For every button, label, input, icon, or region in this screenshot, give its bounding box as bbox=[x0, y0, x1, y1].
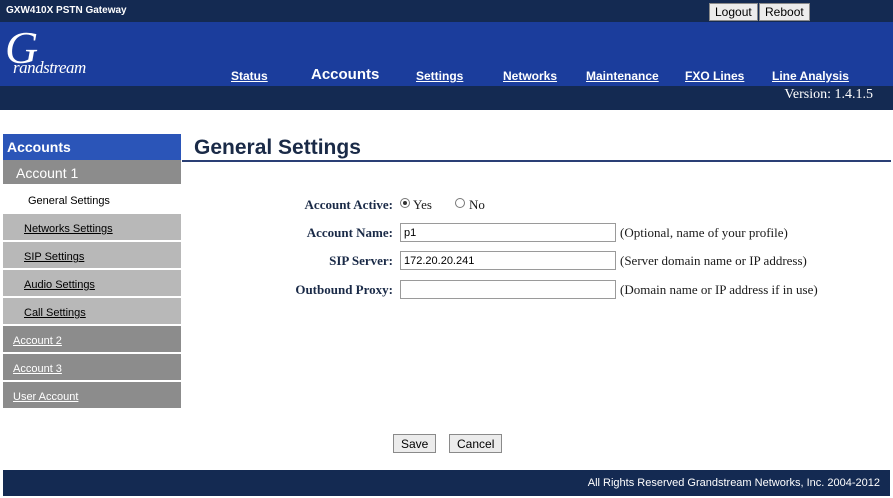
product-name: GXW410X PSTN Gateway bbox=[6, 5, 127, 16]
sidebar-item-account-1[interactable]: Account 1 bbox=[3, 160, 181, 186]
account-name-input[interactable] bbox=[400, 223, 616, 242]
outbound-proxy-hint: (Domain name or IP address if in use) bbox=[620, 282, 818, 297]
save-button[interactable]: Save bbox=[393, 434, 437, 453]
sidebar-item-account-2[interactable]: Account 2 bbox=[3, 326, 181, 354]
title-bar: GXW410X PSTN Gateway Logout Reboot bbox=[0, 0, 893, 22]
page-title: General Settings bbox=[194, 136, 361, 159]
sidebar-item-general-settings[interactable]: General Settings bbox=[3, 186, 181, 214]
nav-status[interactable]: Status bbox=[231, 69, 268, 83]
sip-server-input[interactable] bbox=[400, 251, 616, 270]
sidebar: Accounts Account 1 General Settings Netw… bbox=[3, 134, 181, 410]
header: G randstream Status Accounts Settings Ne… bbox=[0, 22, 893, 86]
sip-server-label: SIP Server: bbox=[329, 253, 393, 268]
sidebar-item-call-settings[interactable]: Call Settings bbox=[3, 298, 181, 326]
sidebar-item-audio-settings[interactable]: Audio Settings bbox=[3, 270, 181, 298]
firmware-version: Version: 1.4.1.5 bbox=[784, 87, 873, 102]
account-name-hint: (Optional, name of your profile) bbox=[620, 225, 788, 240]
nav-settings[interactable]: Settings bbox=[416, 69, 463, 83]
version-bar: Version: 1.4.1.5 bbox=[0, 86, 893, 110]
outbound-proxy-input[interactable] bbox=[400, 280, 616, 299]
nav-line-analysis[interactable]: Line Analysis bbox=[772, 69, 849, 83]
reboot-button[interactable]: Reboot bbox=[759, 3, 810, 21]
sidebar-item-sip-settings[interactable]: SIP Settings bbox=[3, 242, 181, 270]
nav-maintenance[interactable]: Maintenance bbox=[586, 69, 659, 83]
sidebar-header-accounts: Accounts bbox=[3, 134, 181, 160]
account-active-yes-label: Yes bbox=[413, 197, 432, 212]
nav-networks[interactable]: Networks bbox=[503, 69, 557, 83]
nav-accounts[interactable]: Accounts bbox=[311, 66, 379, 83]
logout-button[interactable]: Logout bbox=[709, 3, 758, 21]
sidebar-item-networks-settings[interactable]: Networks Settings bbox=[3, 214, 181, 242]
account-active-label: Account Active: bbox=[304, 197, 393, 212]
account-active-no-radio[interactable] bbox=[455, 198, 465, 208]
copyright-text: All Rights Reserved Grandstream Networks… bbox=[587, 477, 880, 489]
nav-fxo-lines[interactable]: FXO Lines bbox=[685, 69, 744, 83]
sip-server-hint: (Server domain name or IP address) bbox=[620, 253, 807, 268]
outbound-proxy-label: Outbound Proxy: bbox=[295, 282, 393, 297]
cancel-button[interactable]: Cancel bbox=[449, 434, 503, 453]
sidebar-item-account-3[interactable]: Account 3 bbox=[3, 354, 181, 382]
sidebar-item-user-account[interactable]: User Account bbox=[3, 382, 181, 410]
account-name-label: Account Name: bbox=[306, 225, 393, 240]
account-active-no-label: No bbox=[469, 197, 485, 212]
title-divider bbox=[182, 160, 891, 162]
account-active-yes-radio[interactable] bbox=[400, 198, 410, 208]
footer: All Rights Reserved Grandstream Networks… bbox=[3, 470, 890, 496]
